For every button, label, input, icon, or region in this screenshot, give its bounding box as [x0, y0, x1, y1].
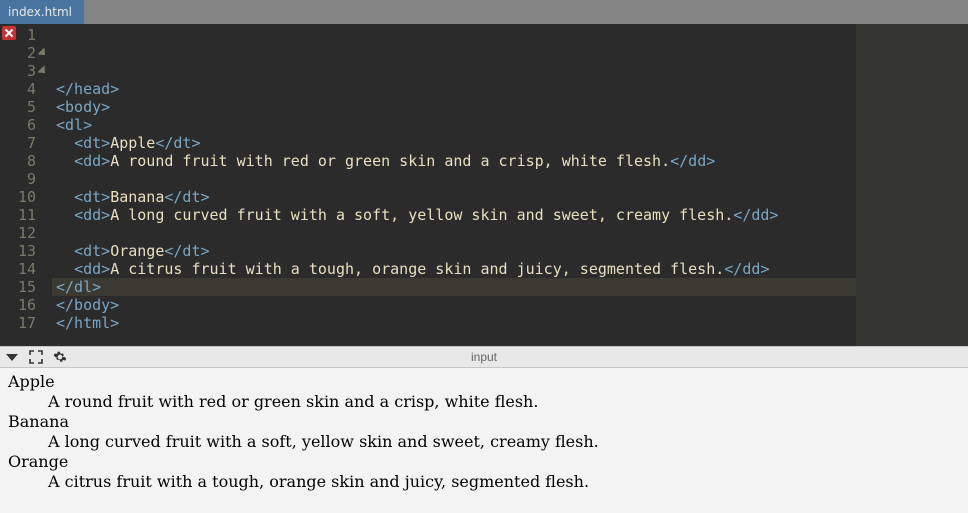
line-number: 9 — [0, 170, 36, 188]
line-number: 10 — [0, 188, 36, 206]
fold-row — [40, 152, 52, 170]
code-line[interactable] — [52, 224, 968, 242]
fold-row — [40, 44, 52, 62]
panel-label: input — [471, 350, 497, 364]
code-line[interactable]: <dt>Banana</dt> — [52, 188, 968, 206]
code-line[interactable] — [52, 368, 968, 386]
fold-row — [40, 80, 52, 98]
code-area[interactable]: </head><body><dl> <dt>Apple</dt> <dd>A r… — [52, 24, 968, 346]
code-line[interactable]: <dd>A citrus fruit with a tough, orange … — [52, 260, 968, 278]
gear-icon[interactable] — [48, 346, 72, 368]
line-number: 12 — [0, 224, 36, 242]
code-line[interactable]: </html> — [52, 314, 968, 332]
code-line[interactable]: <body> — [52, 98, 968, 116]
line-number: 5 — [0, 98, 36, 116]
preview-definition: A long curved fruit with a soft, yellow … — [48, 432, 960, 452]
code-line[interactable]: <dd>A long curved fruit with a soft, yel… — [52, 206, 968, 224]
preview-term: Banana — [8, 412, 960, 432]
panel-toolbar: input — [0, 346, 968, 368]
fold-gutter — [40, 24, 52, 346]
fold-row — [40, 260, 52, 278]
output-preview: AppleA round fruit with red or green ski… — [0, 368, 968, 513]
fold-row — [40, 278, 52, 296]
preview-definition: A citrus fruit with a tough, orange skin… — [48, 472, 960, 492]
fold-caret-icon[interactable] — [37, 47, 48, 58]
line-number: 17 — [0, 314, 36, 332]
code-line[interactable]: <dd>A round fruit with red or green skin… — [52, 152, 968, 170]
fold-row — [40, 224, 52, 242]
code-editor[interactable]: 1234567891011121314151617 </head><body><… — [0, 24, 968, 346]
tab-bar: index.html — [0, 0, 968, 24]
code-line[interactable]: <dt>Apple</dt> — [52, 134, 968, 152]
line-number: 8 — [0, 152, 36, 170]
fold-row — [40, 62, 52, 80]
tab-file[interactable]: index.html — [0, 0, 84, 24]
line-number: 14 — [0, 260, 36, 278]
line-number: 16 — [0, 296, 36, 314]
fold-row — [40, 98, 52, 116]
line-number: 11 — [0, 206, 36, 224]
line-number: 3 — [0, 62, 36, 80]
code-line[interactable]: </dl> — [52, 278, 968, 296]
line-number-gutter: 1234567891011121314151617 — [0, 24, 40, 346]
line-number: 13 — [0, 242, 36, 260]
preview-term: Orange — [8, 452, 960, 472]
fold-row — [40, 170, 52, 188]
expand-icon[interactable] — [24, 346, 48, 368]
line-number: 6 — [0, 116, 36, 134]
line-number: 15 — [0, 278, 36, 296]
fold-row — [40, 296, 52, 314]
fold-row — [40, 26, 52, 44]
chevron-down-icon[interactable] — [0, 346, 24, 368]
line-number: 2 — [0, 44, 36, 62]
fold-row — [40, 206, 52, 224]
line-number: 1 — [0, 26, 36, 44]
fold-row — [40, 314, 52, 332]
code-line[interactable] — [52, 170, 968, 188]
fold-caret-icon[interactable] — [37, 65, 48, 76]
definition-list: AppleA round fruit with red or green ski… — [8, 372, 960, 492]
code-line[interactable]: <dt>Orange</dt> — [52, 242, 968, 260]
code-line[interactable]: </body> — [52, 296, 968, 314]
line-number: 4 — [0, 80, 36, 98]
fold-row — [40, 242, 52, 260]
fold-row — [40, 188, 52, 206]
fold-row — [40, 134, 52, 152]
code-line[interactable]: <dl> — [52, 116, 968, 134]
fold-row — [40, 116, 52, 134]
tab-title: index.html — [8, 0, 72, 24]
preview-definition: A round fruit with red or green skin and… — [48, 392, 960, 412]
code-line[interactable]: </head> — [52, 80, 968, 98]
line-number: 7 — [0, 134, 36, 152]
